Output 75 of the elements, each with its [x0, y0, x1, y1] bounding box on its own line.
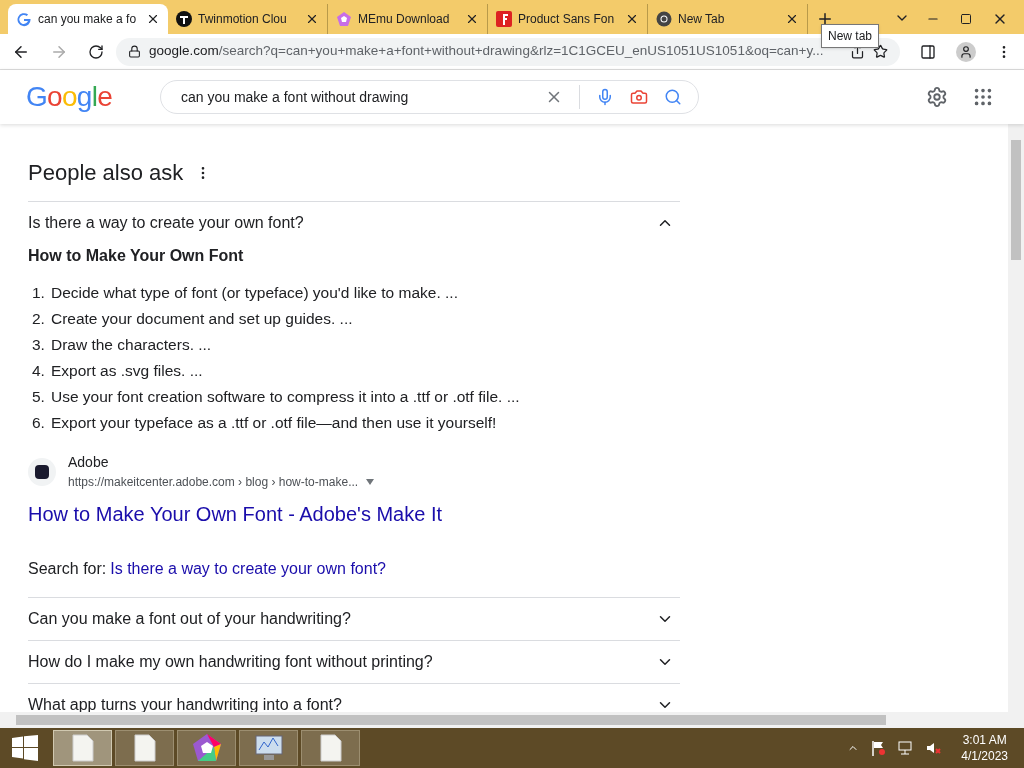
flag-icon[interactable]	[871, 740, 886, 756]
pentagon-icon	[336, 11, 352, 27]
close-icon[interactable]	[146, 12, 160, 26]
step-number: 1.	[32, 283, 45, 304]
step-text: Create your document and set up guides. ...	[50, 309, 353, 330]
tab-title: Twinmotion Clou	[198, 11, 288, 28]
step-number: 6.	[32, 413, 45, 434]
camera-icon[interactable]	[630, 88, 648, 106]
close-icon[interactable]	[305, 12, 319, 26]
tab-title: Product Sans Fon	[518, 11, 616, 28]
f-letter-icon	[496, 11, 512, 27]
profile-icon[interactable]	[956, 41, 976, 62]
answer-title: How to Make Your Own Font	[28, 246, 245, 266]
tab-title: New Tab	[678, 11, 726, 28]
pentagon-icon	[191, 733, 222, 763]
site-name: Adobe	[68, 453, 110, 472]
bookmark-icon[interactable]	[873, 44, 888, 59]
site-url: https://makeitcenter.adobe.com › blog › how-to-make...	[68, 474, 359, 491]
caret-icon[interactable]	[366, 479, 375, 485]
search-icon[interactable]	[664, 88, 682, 106]
result-link[interactable]: How to Make Your Own Font - Adobe's Make It	[28, 499, 680, 529]
taskbar-app[interactable]	[177, 730, 236, 766]
step-number: 3.	[32, 335, 45, 356]
search-for-link[interactable]: Is there a way to create your own font?	[110, 557, 386, 581]
site-icon	[28, 457, 56, 486]
tab-title: can you make a fo	[38, 11, 138, 28]
microphone-icon[interactable]	[596, 88, 614, 106]
document-icon	[319, 734, 342, 762]
taskbar-app[interactable]	[239, 730, 298, 766]
step-text: Decide what type of font (or typeface) you'd like to make. ...	[50, 283, 458, 304]
question-row[interactable]: Is there a way to create your own font?	[28, 202, 680, 244]
muted-speaker-icon[interactable]	[925, 740, 942, 756]
search-for-label: Search for:	[28, 559, 107, 579]
apps-icon[interactable]	[972, 86, 994, 108]
tab-title: MEmu Download	[358, 11, 451, 28]
taskbar-app[interactable]	[301, 730, 360, 766]
settings-icon[interactable]	[926, 86, 948, 108]
lock-icon	[128, 45, 141, 58]
t-logo-icon	[176, 11, 192, 27]
clock-date[interactable]: 4/1/2023	[961, 748, 1008, 764]
document-icon	[71, 734, 94, 762]
restore-icon[interactable]	[960, 13, 972, 25]
windows-logo-icon[interactable]	[12, 735, 38, 761]
step-text: Draw the characters. ...	[50, 335, 212, 356]
taskbar-app[interactable]	[53, 730, 112, 766]
clock-time[interactable]: 3:01 AM	[962, 732, 1007, 748]
question-row[interactable]: How do I make my own handwriting font without printing?	[28, 641, 680, 683]
close-icon[interactable]	[785, 12, 799, 26]
browser-tab[interactable]: MEmu Download	[328, 4, 488, 34]
taskbar-app[interactable]	[115, 730, 174, 766]
step-number: 5.	[32, 387, 45, 408]
vertical-scrollbar[interactable]	[1008, 124, 1024, 712]
document-icon	[133, 734, 156, 762]
browser-tab[interactable]: Product Sans Fon	[488, 4, 648, 34]
monitor-icon	[253, 734, 284, 762]
reload-icon[interactable]	[88, 43, 104, 60]
step-text: Use your font creation software to compress it into a .ttf or .otf file. ...	[50, 387, 520, 408]
tooltip: New tab	[821, 24, 880, 48]
side-panel-icon[interactable]	[920, 43, 936, 60]
close-icon[interactable]	[625, 12, 639, 26]
logo[interactable]: Google	[26, 76, 160, 118]
section-heading: People also ask	[28, 159, 184, 187]
network-icon[interactable]	[897, 740, 914, 756]
step-text: Export as .svg files. ...	[50, 361, 203, 382]
step-number: 4.	[32, 361, 45, 382]
step-text: Export your typeface as a .ttf or .otf file—and then use it yourself!	[50, 413, 497, 434]
step-number: 2.	[32, 309, 45, 330]
browser-tab[interactable]: New Tab	[648, 4, 808, 34]
g-logo-icon	[16, 11, 32, 27]
browser-tab[interactable]: can you make a fo	[8, 4, 168, 34]
close-icon[interactable]	[465, 12, 479, 26]
browser-tab[interactable]: Twinmotion Clou	[168, 4, 328, 34]
chrome-icon	[656, 11, 672, 27]
horizontal-scrollbar[interactable]	[0, 712, 1024, 728]
question-row[interactable]: Can you make a font out of your handwriting?	[28, 598, 680, 640]
